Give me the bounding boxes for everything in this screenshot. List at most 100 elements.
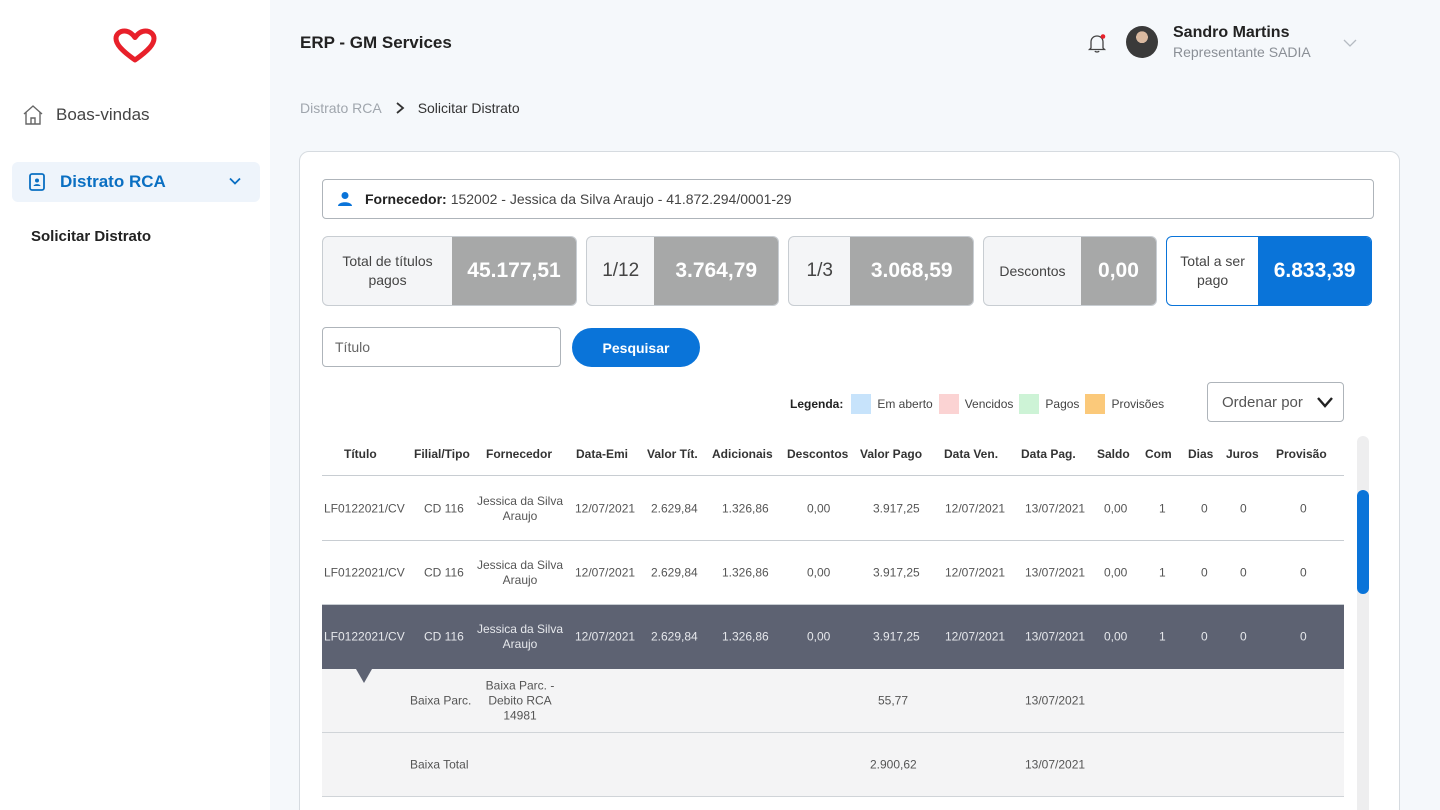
cell-adicionais: 1.326,86 xyxy=(722,629,769,644)
col-header[interactable]: Título xyxy=(344,447,377,461)
sidebar: Boas-vindas Distrato RCA Solicitar Distr… xyxy=(0,0,270,810)
kpi-value: 45.177,51 xyxy=(452,237,576,305)
titulo-search-input[interactable] xyxy=(322,327,561,367)
home-icon xyxy=(23,105,43,125)
sidebar-item-boas-vindas[interactable]: Boas-vindas xyxy=(22,104,150,126)
cell-juros: 0 xyxy=(1240,629,1247,644)
cell-filial: CD 116 xyxy=(424,501,464,515)
document-user-icon xyxy=(29,173,45,191)
cell-data-ven: 12/07/2021 xyxy=(945,629,1006,644)
order-by-label: Ordenar por xyxy=(1222,393,1303,411)
cell-descontos: 0,00 xyxy=(807,501,831,515)
user-name: Sandro Martins xyxy=(1173,24,1290,41)
main-area: ERP - GM Services Sandro Martins Represe… xyxy=(270,0,1440,810)
legend-swatch-vencidos xyxy=(938,394,959,414)
col-header[interactable]: Valor Pago xyxy=(860,447,922,461)
cell-data-emi: 12/07/2021 xyxy=(575,565,636,579)
top-bar: ERP - GM Services Sandro Martins Represe… xyxy=(270,6,1440,78)
cell-valor-tit: 2.629,84 xyxy=(651,501,698,515)
sidebar-item-label: Boas-vindas xyxy=(56,105,150,124)
cell-com: 1 xyxy=(1159,629,1166,644)
kpi-total-a-ser-pago: Total a ser pago 6.833,39 xyxy=(1166,236,1372,306)
col-header[interactable]: Data Pag. xyxy=(1021,447,1076,461)
col-header[interactable]: Valor Tít. xyxy=(647,447,698,461)
breadcrumb: Distrato RCA Solicitar Distrato xyxy=(300,100,520,116)
cell-dias: 0 xyxy=(1201,501,1208,515)
detail-valor: 55,77 xyxy=(878,693,909,707)
cell-data-ven: 12/07/2021 xyxy=(945,565,1006,579)
cell-valor-pago: 3.917,25 xyxy=(873,565,920,579)
col-header[interactable]: Descontos xyxy=(787,447,848,461)
cell-juros: 0 xyxy=(1240,501,1247,515)
col-header[interactable]: Juros xyxy=(1226,447,1259,461)
kpi-label: Total de títulos pagos xyxy=(342,253,433,288)
kpi-value: 6.833,39 xyxy=(1258,237,1371,305)
cell-com: 1 xyxy=(1159,565,1166,579)
app-title: ERP - GM Services xyxy=(300,33,452,52)
detail-row: Baixa Total 2.900,62 13/07/2021 xyxy=(322,733,1344,797)
cell-adicionais: 1.326,86 xyxy=(722,501,769,515)
chevron-right-icon xyxy=(396,102,405,114)
col-header[interactable]: Data-Emi xyxy=(576,447,628,461)
kpi-label: 1/3 xyxy=(806,260,833,282)
table-header: Título Filial/Tipo Fornecedor Data-Emi V… xyxy=(322,432,1344,476)
table-row[interactable]: LF0122021/CV CD 116 Jessica da Silva Ara… xyxy=(322,541,1344,605)
legend-swatch-pagos xyxy=(1019,394,1040,414)
content-card: Fornecedor: 152002 - Jessica da Silva Ar… xyxy=(299,151,1400,810)
cell-data-pag: 13/07/2021 xyxy=(1025,629,1086,644)
sidebar-item-label: Distrato RCA xyxy=(60,172,166,191)
col-header[interactable]: Adicionais xyxy=(712,447,773,461)
avatar[interactable] xyxy=(1126,26,1158,58)
col-header[interactable]: Data Ven. xyxy=(944,447,998,461)
cell-dias: 0 xyxy=(1201,565,1208,579)
kpi-label: Total a ser pago xyxy=(1180,253,1245,288)
heart-logo xyxy=(113,28,157,63)
cell-saldo: 0,00 xyxy=(1104,565,1128,579)
legend-title: Legenda: xyxy=(790,397,844,411)
sidebar-item-distrato-rca[interactable]: Distrato RCA xyxy=(12,162,260,202)
breadcrumb-current: Solicitar Distrato xyxy=(417,100,520,116)
cell-fornecedor: Jessica da Silva Araujo xyxy=(476,493,564,523)
cell-com: 1 xyxy=(1159,501,1166,515)
cell-descontos: 0,00 xyxy=(807,629,831,644)
cell-filial: CD 116 xyxy=(424,565,464,579)
cell-adicionais: 1.326,86 xyxy=(722,565,769,579)
col-header[interactable]: Com xyxy=(1145,447,1172,461)
notification-bell-icon[interactable] xyxy=(1086,32,1108,54)
user-icon xyxy=(338,192,352,206)
supplier-field: Fornecedor: 152002 - Jessica da Silva Ar… xyxy=(322,179,1374,219)
breadcrumb-link[interactable]: Distrato RCA xyxy=(300,100,382,116)
col-header[interactable]: Filial/Tipo xyxy=(414,447,470,461)
search-button[interactable]: Pesquisar xyxy=(572,328,700,367)
chevron-down-icon xyxy=(229,177,241,185)
col-header[interactable]: Saldo xyxy=(1097,447,1130,461)
cell-valor-pago: 3.917,25 xyxy=(873,629,920,644)
order-by-select[interactable]: Ordenar por xyxy=(1207,382,1344,422)
cell-provisao: 0 xyxy=(1300,565,1307,579)
legend-label: Em aberto xyxy=(877,397,933,411)
kpi-descontos: Descontos 0,00 xyxy=(983,236,1157,306)
legend-swatch-em-aberto xyxy=(851,394,872,414)
table-row-selected[interactable]: LF0122021/CV CD 116 Jessica da Silva Ara… xyxy=(322,605,1344,683)
kpi-label: 1/12 xyxy=(602,260,640,282)
detail-tipo: Baixa Parc. xyxy=(410,693,472,707)
sidebar-subitem-solicitar-distrato[interactable]: Solicitar Distrato xyxy=(31,228,151,245)
cell-saldo: 0,00 xyxy=(1104,629,1128,644)
cell-data-pag: 13/07/2021 xyxy=(1025,501,1086,515)
legend-label: Provisões xyxy=(1111,397,1165,411)
kpi-value: 3.068,59 xyxy=(850,237,973,305)
chevron-down-icon[interactable] xyxy=(1343,38,1357,48)
cell-valor-tit: 2.629,84 xyxy=(651,629,698,644)
col-header[interactable]: Dias xyxy=(1188,447,1213,461)
kpi-one-third: 1/3 3.068,59 xyxy=(788,236,974,306)
supplier-label: Fornecedor: xyxy=(365,191,447,207)
legend-label: Pagos xyxy=(1045,397,1080,411)
cell-provisao: 0 xyxy=(1300,629,1307,644)
table-row[interactable]: LF0122021/CV CD 116 Jessica da Silva Ara… xyxy=(322,477,1344,541)
supplier-value: 152002 - Jessica da Silva Araujo - 41.87… xyxy=(450,191,792,207)
col-header[interactable]: Provisão xyxy=(1276,447,1327,461)
col-header[interactable]: Fornecedor xyxy=(486,447,552,461)
cell-descontos: 0,00 xyxy=(807,565,831,579)
expand-pointer-icon xyxy=(356,669,372,683)
scrollbar-thumb[interactable] xyxy=(1357,490,1369,594)
